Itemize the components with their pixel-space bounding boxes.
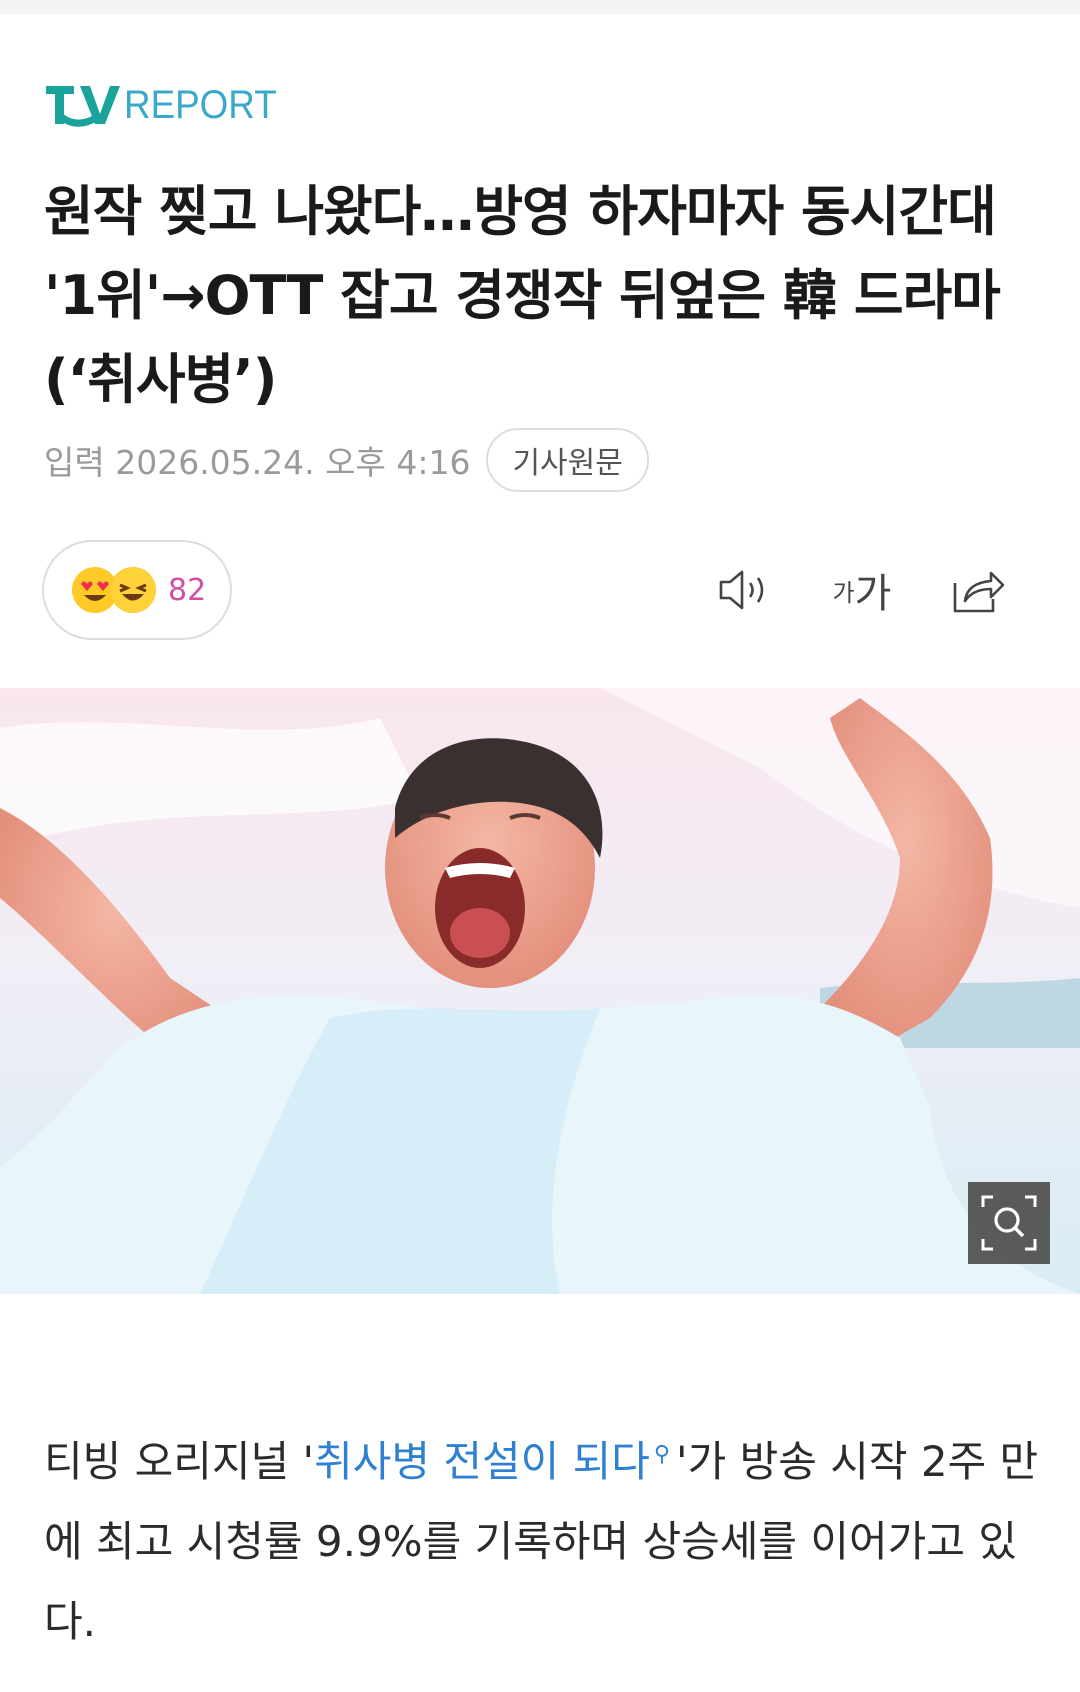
- reaction-button[interactable]: 82: [42, 540, 232, 640]
- speaker-icon[interactable]: [716, 560, 776, 620]
- font-size-large-glyph: 가: [854, 571, 892, 617]
- article-photo[interactable]: [0, 688, 1080, 1294]
- publish-date: 입력 2026.05.24. 오후 4:16: [44, 443, 471, 482]
- zoom-search-icon[interactable]: [968, 1182, 1050, 1264]
- article-body: 티빙 오리지널 '취사병 전설이 되다 ⚲ '가 방송 시작 2주 만에 최고 시청…: [44, 1415, 1044, 1662]
- article-toolbar: 가가: [660, 560, 1008, 620]
- logo-text: REPORT: [124, 82, 277, 127]
- tvreport-logo[interactable]: REPORT: [44, 80, 290, 130]
- drama-title-link[interactable]: 취사병 전설이 되다: [314, 1437, 650, 1486]
- tv-logo-mark: [46, 86, 120, 127]
- font-size-small-glyph: 가: [832, 578, 855, 607]
- body-prefix: 티빙 오리지널 ': [44, 1437, 315, 1486]
- laughing-emoji-icon: [110, 567, 156, 613]
- search-icon[interactable]: ⚲: [654, 1442, 670, 1467]
- font-size-icon[interactable]: 가가: [832, 560, 892, 620]
- article-headline: 원작 찢고 나왔다…방영 하자마자 동시간대 '1위'→OTT 잡고 경쟁작 뒤…: [44, 180, 1001, 411]
- photo-illustration: [0, 688, 1080, 1294]
- article-meta: 입력 2026.05.24. 오후 4:16 기사원문: [44, 428, 649, 492]
- original-article-button[interactable]: 기사원문: [486, 428, 649, 492]
- top-divider: [0, 0, 1080, 14]
- reaction-count: 82: [168, 572, 207, 608]
- share-icon[interactable]: [948, 560, 1008, 620]
